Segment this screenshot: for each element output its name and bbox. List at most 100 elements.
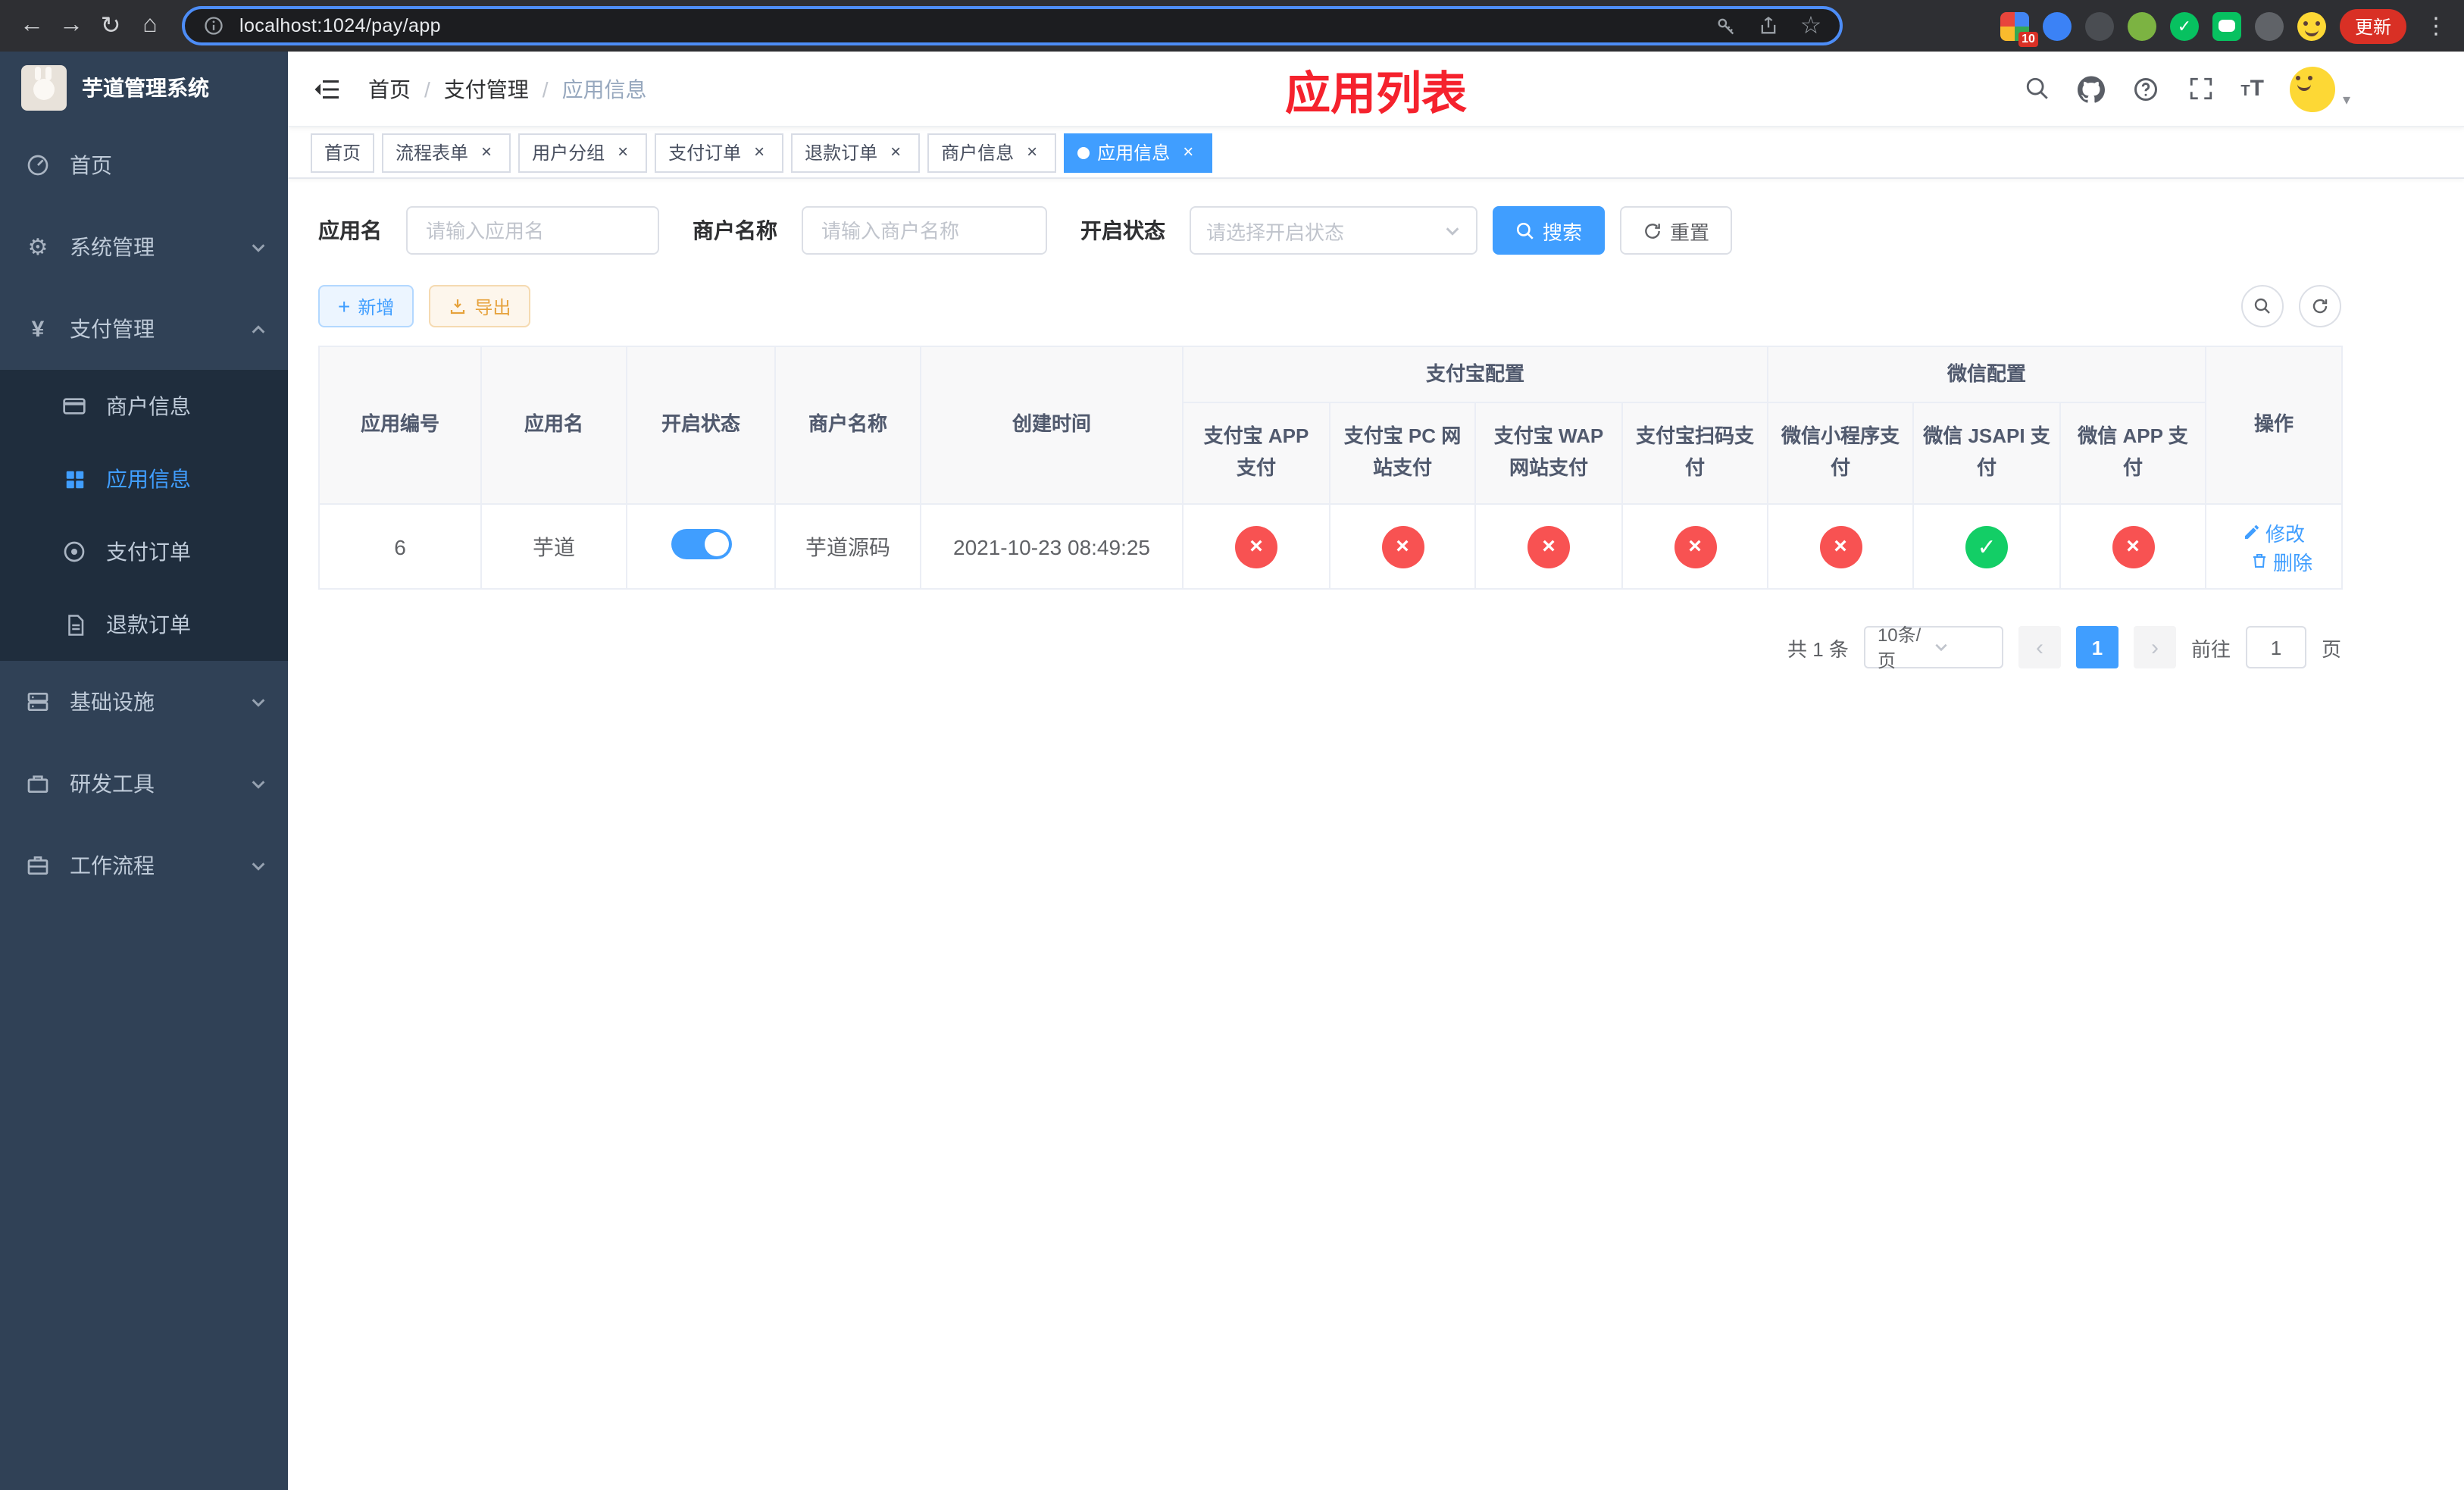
col-header-app-name: 应用名 [480, 346, 627, 505]
toggle-search-button[interactable] [2241, 285, 2284, 327]
extension-avatar-icon[interactable] [2127, 11, 2156, 40]
apps-table: 应用编号 应用名 开启状态 商户名称 创建时间 支付宝配置 微信配置 操作 支付… [318, 346, 2344, 590]
extension-dark-icon[interactable] [2084, 11, 2114, 40]
sidebar-item-label: 工作流程 [70, 853, 155, 878]
share-icon[interactable] [1755, 12, 1782, 39]
sidebar-item-workflow[interactable]: 工作流程 [0, 825, 288, 906]
sidebar-item-label: 商户信息 [106, 394, 191, 418]
table-toolbar: + 新增 导出 [318, 285, 2341, 327]
sidebar-item-refund-orders[interactable]: 退款订单 [0, 588, 288, 661]
config-status: × [1819, 525, 1862, 568]
config-status: × [1527, 525, 1570, 568]
merchant-name-input[interactable] [802, 206, 1047, 255]
tab-app-info[interactable]: 应用信息 × [1064, 133, 1213, 172]
tab-refund-orders[interactable]: 退款订单 × [791, 133, 921, 172]
search-button-label: 搜索 [1543, 221, 1583, 243]
user-menu[interactable]: ▾ [2289, 66, 2350, 111]
add-button[interactable]: + 新增 [318, 285, 414, 327]
sidebar-item-dev-tools[interactable]: 研发工具 [0, 743, 288, 825]
page-content: 应用名 商户名称 开启状态 请选择开启状态 [288, 179, 2464, 1490]
infra-icon [24, 688, 52, 715]
url-text[interactable]: localhost:1024/pay/app [239, 15, 1712, 36]
edit-link[interactable]: 修改 [2243, 518, 2305, 546]
refresh-table-button[interactable] [2299, 285, 2341, 327]
col-header-merchant: 商户名称 [774, 346, 921, 505]
tab-home[interactable]: 首页 [311, 133, 375, 172]
password-key-icon[interactable] [1712, 12, 1740, 39]
tab-close-icon[interactable]: × [612, 141, 633, 163]
browser-toolbar: ← → ↻ ⌂ localhost:1024/pay/app ☆ 10 ✓ 更新… [0, 0, 2464, 52]
app-title: 芋道管理系统 [82, 76, 209, 100]
tab-close-icon[interactable]: × [885, 141, 906, 163]
tab-close-icon[interactable]: × [476, 141, 497, 163]
extension-emoji-icon[interactable] [2297, 11, 2326, 40]
sidebar-collapse-icon[interactable] [311, 72, 344, 105]
tab-payment-orders[interactable]: 支付订单 × [655, 133, 784, 172]
site-info-icon[interactable] [200, 12, 227, 39]
forward-icon[interactable]: → [52, 6, 91, 45]
export-button-label: 导出 [474, 296, 511, 318]
search-button[interactable]: 搜索 [1493, 206, 1606, 255]
breadcrumb-home[interactable]: 首页 [368, 74, 411, 104]
tab-close-icon[interactable]: × [1177, 141, 1199, 163]
bookmark-star-icon[interactable]: ☆ [1797, 12, 1825, 39]
next-page-button[interactable]: › [2133, 626, 2176, 668]
add-button-label: 新增 [358, 296, 395, 318]
extension-drop-icon[interactable] [2042, 11, 2072, 40]
extension-chat-icon[interactable] [2212, 11, 2241, 40]
goto-page-input[interactable] [2245, 626, 2306, 668]
tab-close-icon[interactable]: × [1021, 141, 1043, 163]
enabled-toggle[interactable] [671, 529, 731, 559]
sidebar-item-infrastructure[interactable]: 基础设施 [0, 661, 288, 743]
tab-merchant-info[interactable]: 商户信息 × [927, 133, 1057, 172]
extension-apps-icon[interactable]: 10 [2000, 11, 2038, 46]
browser-update-button[interactable]: 更新 [2339, 8, 2406, 43]
sidebar-item-merchant-info[interactable]: 商户信息 [0, 370, 288, 443]
fullscreen-icon[interactable] [2186, 74, 2215, 103]
refresh-icon [2312, 299, 2328, 314]
extension-puzzle-icon[interactable] [2254, 11, 2284, 40]
col-header-status: 开启状态 [626, 346, 776, 505]
sidebar-logo[interactable]: 芋道管理系统 [0, 52, 288, 124]
address-bar[interactable]: localhost:1024/pay/app ☆ [182, 6, 1843, 45]
breadcrumb-payment[interactable]: 支付管理 [444, 74, 529, 104]
cell-ops: 修改 删除 [2205, 503, 2344, 590]
tab-user-group[interactable]: 用户分组 × [518, 133, 648, 172]
reload-icon[interactable]: ↻ [91, 6, 130, 45]
search-icon[interactable] [2022, 74, 2051, 103]
browser-menu-icon[interactable]: ⋮ [2420, 12, 2452, 39]
breadcrumb-separator: / [542, 77, 549, 101]
tab-close-icon[interactable]: × [749, 141, 770, 163]
tab-label: 流程表单 [396, 142, 469, 164]
order-icon [61, 538, 88, 565]
trash-icon [2253, 554, 2265, 568]
sidebar-item-system[interactable]: ⚙ 系统管理 [0, 206, 288, 288]
status-select[interactable]: 请选择开启状态 [1190, 206, 1477, 255]
yen-icon: ¥ [31, 316, 45, 342]
sidebar-item-home[interactable]: 首页 [0, 124, 288, 206]
sidebar-item-label: 支付管理 [70, 317, 155, 341]
prev-page-button[interactable]: ‹ [2018, 626, 2061, 668]
reset-button[interactable]: 重置 [1620, 206, 1733, 255]
back-icon[interactable]: ← [12, 6, 52, 45]
current-page-button[interactable]: 1 [2075, 626, 2118, 668]
sidebar-item-app-info[interactable]: 应用信息 [0, 443, 288, 515]
page-size-select[interactable]: 10条/页 [1863, 624, 2003, 671]
page-size-value: 10条/页 [1877, 624, 1921, 671]
sidebar-item-payment-orders[interactable]: 支付订单 [0, 515, 288, 588]
sidebar-item-payment[interactable]: ¥ 支付管理 [0, 288, 288, 370]
home-icon[interactable]: ⌂ [130, 6, 170, 45]
plus-icon: + [338, 294, 351, 318]
chevron-down-icon [1934, 640, 1990, 655]
app-name-input[interactable] [406, 206, 659, 255]
tab-process-form[interactable]: 流程表单 × [382, 133, 511, 172]
breadcrumb-current: 应用信息 [561, 77, 647, 101]
help-icon[interactable] [2131, 74, 2160, 103]
delete-link[interactable]: 删除 [2250, 546, 2312, 575]
github-icon[interactable] [2077, 74, 2106, 103]
font-size-icon[interactable]: TT [2240, 76, 2264, 102]
grid-icon [61, 465, 88, 493]
extension-check-icon[interactable]: ✓ [2169, 11, 2199, 40]
card-icon [61, 393, 88, 420]
export-button[interactable]: 导出 [429, 285, 531, 327]
